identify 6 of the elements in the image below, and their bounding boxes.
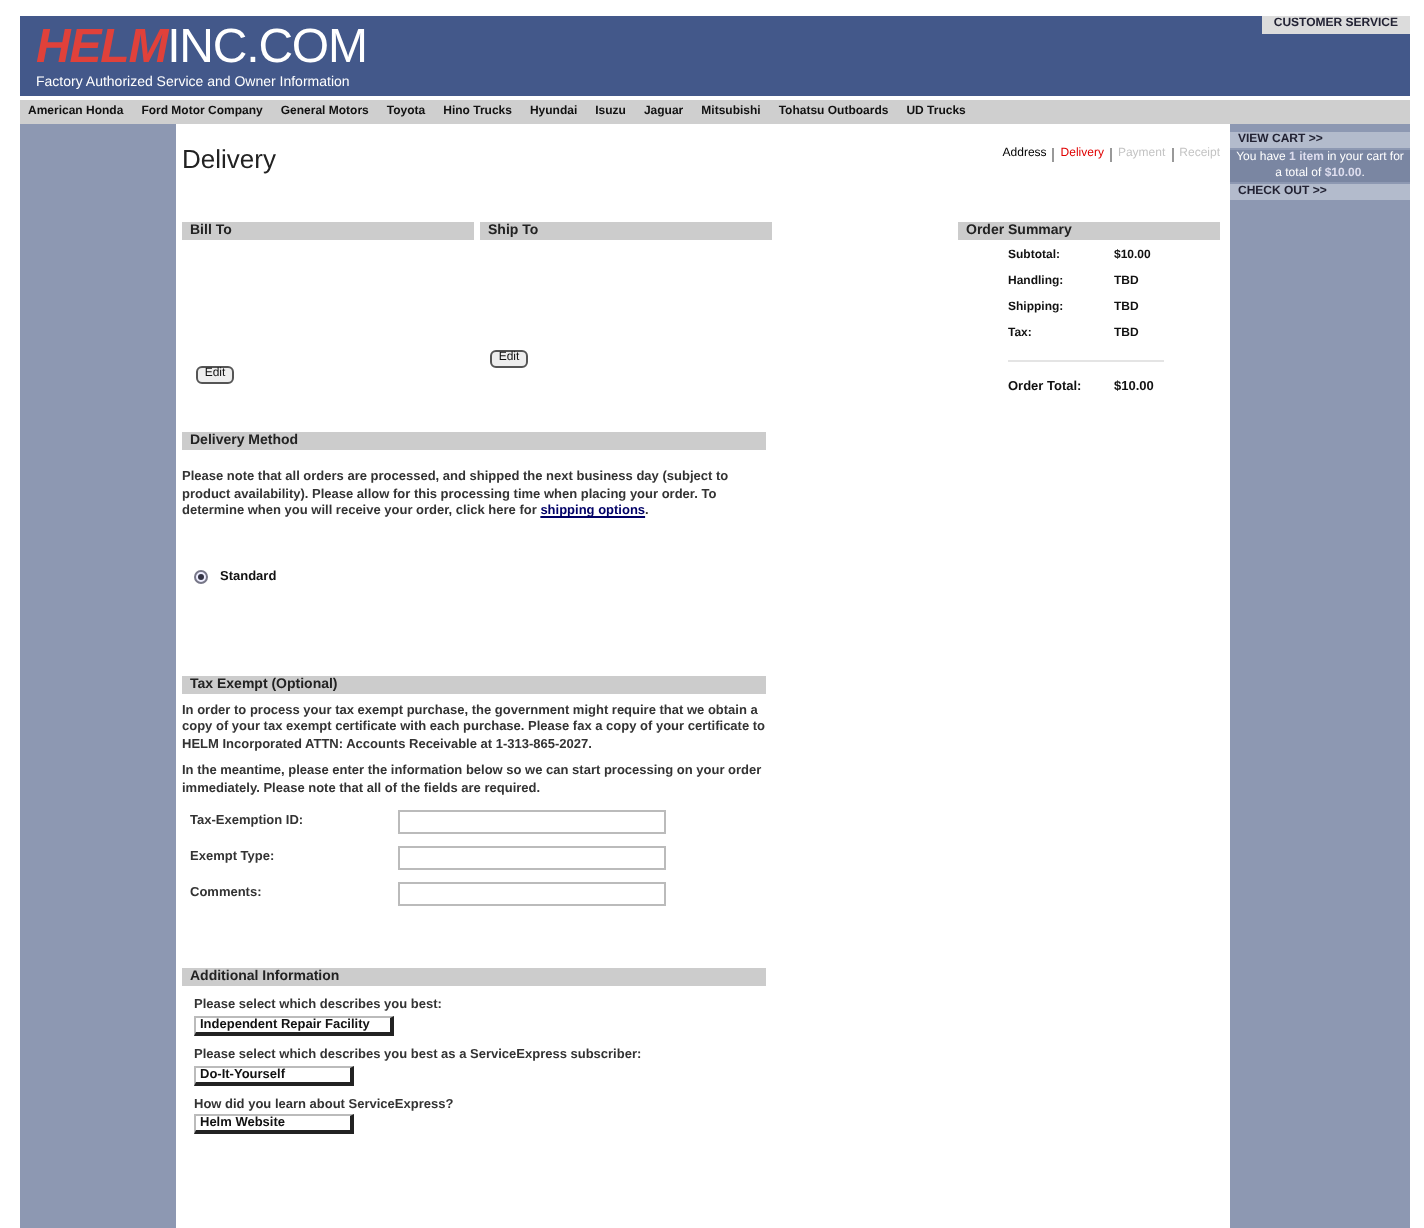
input-field[interactable] — [398, 810, 666, 834]
radio-button[interactable] — [194, 570, 208, 585]
input-field[interactable] — [398, 882, 666, 906]
input-field[interactable] — [398, 846, 666, 870]
logo[interactable]: HELMINC.COM — [36, 22, 367, 74]
page-title: Delivery — [182, 142, 276, 178]
